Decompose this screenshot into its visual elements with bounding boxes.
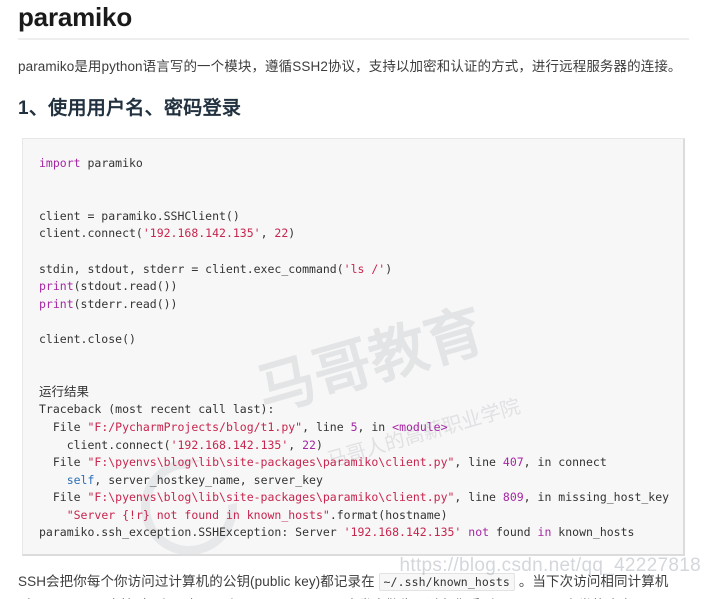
code-token: '192.168.142.135' [142, 226, 261, 241]
code-token: '192.168.142.135' [343, 525, 462, 540]
code-token: self [66, 472, 95, 487]
code-line: "Server {!r} not found in known_hosts".f… [39, 508, 448, 522]
code-line: File "F:\pyenvs\blog\lib\site-packages\p… [39, 455, 607, 469]
section-heading: 1、使用用户名、密码登录 [18, 98, 242, 119]
code-token: client.connect( [39, 226, 143, 241]
code-token: import [39, 156, 81, 170]
code-token: 5 [350, 419, 358, 434]
code-token: found [489, 525, 538, 540]
code-line: import paramiko [39, 156, 143, 170]
code-token: File [39, 490, 88, 505]
code-line: client = paramiko.SSHClient() [39, 209, 240, 223]
code-token: .format(hostname) [329, 507, 448, 522]
code-token: File [39, 455, 88, 470]
code-line: client.connect('192.168.142.135', 22) [39, 226, 295, 240]
code-line: File "F:\pyenvs\blog\lib\site-packages\p… [39, 490, 669, 504]
code-token: ) [385, 261, 393, 276]
code-token: , in [357, 419, 393, 434]
code-token: known_hosts [551, 525, 635, 540]
code-token: ) [315, 437, 323, 452]
code-token: client = paramiko.SSHClient() [39, 208, 240, 223]
code-line: Traceback (most recent call last): [39, 402, 274, 416]
code-block[interactable]: 马哥教育 马哥人的高薪职业学院 import paramiko client =… [22, 138, 685, 556]
code-line: File "F:/PycharmProjects/blog/t1.py", li… [39, 420, 448, 434]
code-token: print [39, 279, 74, 294]
code-token: , in connect [523, 455, 607, 470]
code-token: 22 [302, 437, 316, 452]
code-token: stdin, stdout, stderr = client.exec_comm… [39, 261, 344, 276]
document-page: paramiko paramiko是用python语言写的一个模块，遵循SSH2… [0, 0, 707, 599]
code-token: File [39, 419, 88, 434]
code-token: , [288, 437, 303, 452]
code-token: client.connect( [39, 437, 171, 452]
code-token: , line [454, 455, 503, 470]
code-token: in [537, 525, 552, 540]
code-token: , line [302, 419, 351, 434]
outro-paragraph: SSH会把你每个你访问过计算机的公钥(public key)都记录在 ~/.ss… [18, 570, 689, 599]
code-token: , in missing_host_key [523, 490, 670, 505]
code-line: paramiko.ssh_exception.SSHException: Ser… [39, 525, 634, 539]
intro-paragraph: paramiko是用python语言写的一个模块，遵循SSH2协议，支持以加密和… [18, 59, 682, 74]
code-token: 809 [502, 490, 524, 505]
code-token: "F:/PycharmProjects/blog/t1.py" [87, 419, 303, 434]
outro-text-before: SSH会把你每个你访问过计算机的公钥(public key)都记录在 [18, 574, 379, 589]
code-token: not [461, 525, 490, 540]
code-content: import paramiko client = paramiko.SSHCli… [39, 155, 669, 542]
code-token: print [39, 296, 74, 311]
code-line: print(stdout.read()) [39, 279, 177, 293]
code-token: '192.168.142.135' [170, 437, 289, 452]
code-line: stdin, stdout, stderr = client.exec_comm… [39, 262, 392, 276]
inline-code-known-hosts: ~/.ssh/known_hosts [378, 573, 515, 591]
code-line: 运行结果 [39, 385, 89, 399]
code-token: (stderr.read()) [73, 296, 178, 311]
code-token: , line [454, 490, 503, 505]
code-token: 407 [502, 455, 524, 470]
code-line: self, server_hostkey_name, server_key [39, 473, 323, 487]
code-token: "F:\pyenvs\blog\lib\site-packages\parami… [87, 455, 455, 470]
code-token: 22 [274, 226, 289, 241]
title-divider [18, 38, 689, 40]
code-token: client.close() [39, 331, 136, 346]
code-line: client.close() [39, 332, 136, 346]
code-token: "F:\pyenvs\blog\lib\site-packages\parami… [87, 490, 455, 505]
code-token: 'ls /' [343, 261, 386, 276]
code-token: Traceback (most recent call last): [39, 402, 275, 417]
code-token: 运行结果 [39, 384, 90, 399]
code-token: <module> [392, 419, 448, 434]
code-token: ) [288, 226, 296, 241]
page-title: paramiko [18, 2, 133, 32]
code-token: (stdout.read()) [73, 279, 178, 294]
document-content: paramiko paramiko是用python语言写的一个模块，遵循SSH2… [0, 0, 707, 599]
code-line: client.connect('192.168.142.135', 22) [39, 438, 323, 452]
code-token: , [260, 226, 275, 241]
code-token: , server_hostkey_name, server_key [94, 472, 323, 487]
code-token: "Server {!r} not found in known_hosts" [66, 507, 330, 522]
code-token: paramiko [80, 156, 143, 170]
code-line: print(stderr.read()) [39, 297, 177, 311]
code-token: paramiko.ssh_exception.SSHException: Ser… [39, 525, 344, 540]
